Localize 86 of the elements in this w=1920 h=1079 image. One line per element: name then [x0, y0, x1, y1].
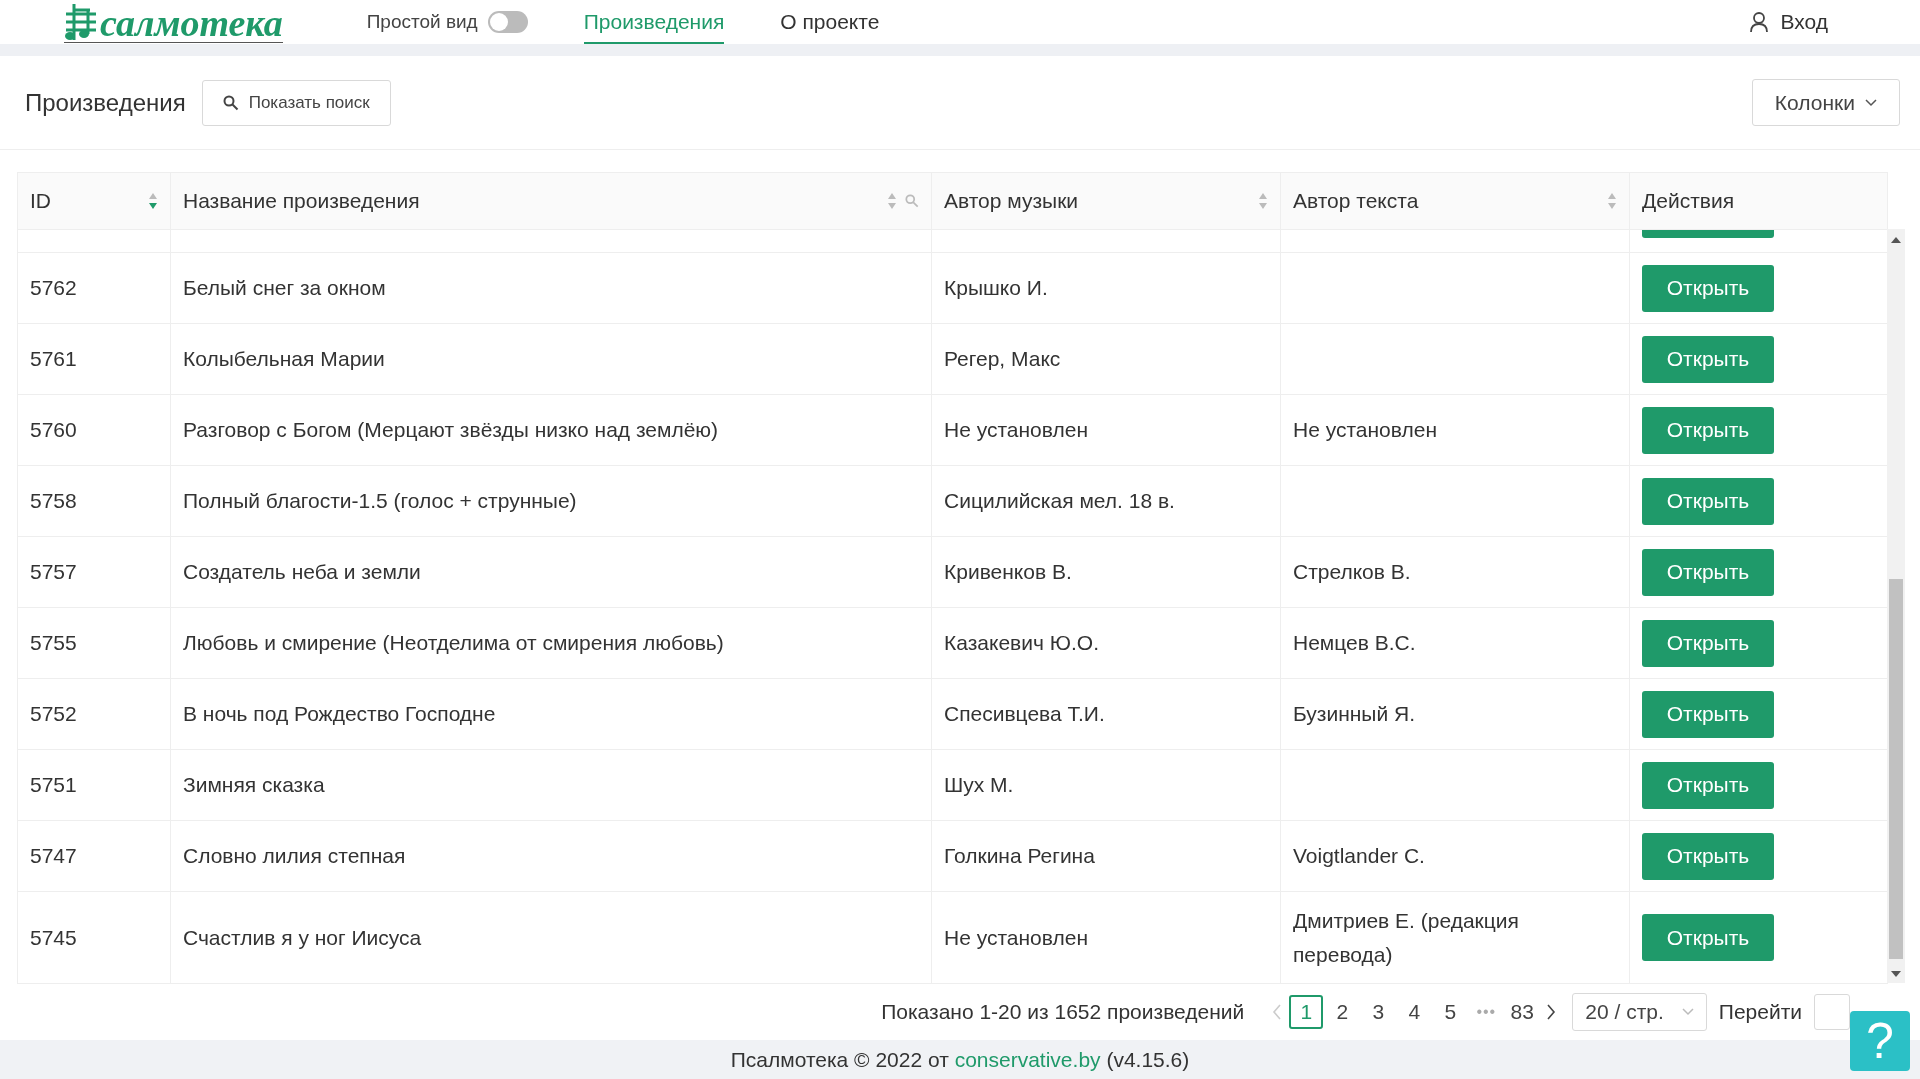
page-item[interactable]: 5 [1433, 995, 1468, 1029]
open-button[interactable]: Открыть [1642, 761, 1774, 809]
page-item[interactable]: 83 [1505, 995, 1540, 1029]
open-button[interactable]: Открыть [1642, 264, 1774, 312]
music-author-cell: Казакевич Ю.О. [944, 631, 1099, 654]
music-author-cell: Спесивцева Т.И. [944, 702, 1105, 725]
id-cell: 5745 [30, 925, 77, 949]
simple-view-toggle[interactable] [487, 11, 528, 33]
lyrics-author-cell-text: Дмитриев Е. (редакция перевода) [1293, 907, 1520, 968]
page-size-select[interactable]: 20 / стр. [1572, 993, 1707, 1031]
open-button[interactable]: Открыть [1642, 406, 1774, 454]
music-notes-icon [64, 1, 98, 42]
help-button[interactable]: ? [1850, 1011, 1910, 1071]
music-author-cell: Шух М. [944, 773, 1014, 796]
open-button[interactable]: Открыть [1642, 690, 1774, 738]
login-link[interactable]: Вход [1780, 10, 1828, 34]
title-cell: Любовь и смирение (Неотделима от смирения любовь) [183, 631, 724, 654]
page-jump-field[interactable] [1814, 994, 1850, 1030]
nav-tab[interactable]: Произведения [583, 0, 725, 44]
column-header: ID [30, 189, 52, 213]
open-button[interactable]: Открыть [1642, 832, 1774, 880]
sort-icon[interactable] [887, 192, 897, 210]
user-icon[interactable] [1750, 12, 1769, 32]
show-search-button[interactable]: Показать поиск [201, 79, 391, 126]
footer-text: Псалмотека © 2022 от conservative.by (v4.15.6) [730, 1047, 1190, 1072]
sort-icon[interactable] [1607, 192, 1617, 210]
page-item[interactable]: 4 [1397, 995, 1432, 1029]
column-header: Автор музыки [944, 189, 1080, 213]
column-header: Действия [1642, 189, 1735, 213]
music-author-cell: Кривенков В. [944, 560, 1072, 583]
id-cell: 5751 [30, 773, 77, 796]
title-cell: Зимняя сказка [183, 773, 325, 796]
page-item[interactable]: 3 [1361, 995, 1396, 1029]
lyrics-author-cell-text: Бузинный Я. [1293, 701, 1417, 727]
page-item[interactable]: 1 [1289, 995, 1324, 1029]
search-icon[interactable] [905, 194, 919, 208]
nav-tab[interactable]: О проекте [780, 0, 880, 44]
id-cell: 5757 [30, 560, 77, 583]
id-cell: 5747 [30, 844, 77, 867]
page-title: Произведения [25, 88, 186, 117]
toggle-label: Простой вид [366, 11, 478, 33]
chevron-down-icon [1865, 98, 1877, 107]
open-button[interactable]: Открыть [1642, 548, 1774, 596]
open-button[interactable]: Открыть [1642, 619, 1774, 667]
sort-icon[interactable] [148, 192, 158, 210]
title-cell: Белый снег за окном [183, 276, 386, 299]
site-logo[interactable]: салмотека [100, 3, 283, 42]
page-item[interactable]: ••• [1469, 995, 1504, 1029]
column-header: Автор текста [1293, 189, 1420, 213]
id-cell: 5762 [30, 276, 77, 299]
title-cell: Создатель неба и земли [183, 560, 421, 583]
title-cell: Счастлив я у ног Иисуса [183, 925, 422, 949]
column-header: Название произведения [183, 189, 421, 213]
sort-icon[interactable] [1258, 192, 1268, 210]
chevron-down-icon [1681, 1008, 1694, 1016]
lyrics-author-cell-text: Стрелков В. [1293, 559, 1412, 585]
music-author-cell: Регер, Макс [944, 347, 1061, 370]
search-icon [222, 94, 239, 111]
title-cell: Словно лилия степная [183, 844, 406, 867]
music-author-cell: Сицилийская мел. 18 в. [944, 489, 1175, 512]
site-link[interactable]: conservative.by [954, 1047, 1101, 1071]
id-cell: 5761 [30, 347, 77, 370]
title-cell: Разговор с Богом (Мерцают звёзды низко над землёю) [183, 418, 719, 441]
jump-label: Перейти [1718, 1000, 1802, 1024]
lyrics-author-cell-text: Не установлен [1293, 417, 1438, 443]
id-cell: 5758 [30, 489, 77, 512]
columns-button[interactable]: Колонки [1751, 79, 1900, 126]
page-item[interactable]: 2 [1325, 995, 1360, 1029]
open-button[interactable]: Открыть [1642, 477, 1774, 525]
open-button[interactable]: Открыть [1642, 914, 1774, 961]
title-cell: Колыбельная Марии [183, 347, 385, 370]
lyrics-author-cell-text: Немцев В.С. [1293, 630, 1417, 656]
music-author-cell: Крышко И. [944, 276, 1048, 299]
id-cell: 5755 [30, 631, 77, 654]
title-cell: Полный благости-1.5 (голос + струнные) [183, 489, 577, 512]
next-page-icon[interactable] [1546, 1004, 1557, 1020]
id-cell: 5752 [30, 702, 77, 725]
open-button[interactable]: Открыть [1642, 335, 1774, 383]
music-author-cell: Не установлен [944, 418, 1088, 441]
id-cell: 5760 [30, 418, 77, 441]
open-button[interactable] [1642, 230, 1774, 238]
music-author-cell: Не установлен [944, 925, 1088, 949]
lyrics-author-cell-text: Voigtlander C. [1293, 843, 1426, 869]
results-summary: Показано 1-20 из 1652 произведений [881, 1000, 1245, 1024]
music-author-cell: Голкина Регина [944, 844, 1095, 867]
title-cell: В ночь под Рождество Господне [183, 702, 496, 725]
